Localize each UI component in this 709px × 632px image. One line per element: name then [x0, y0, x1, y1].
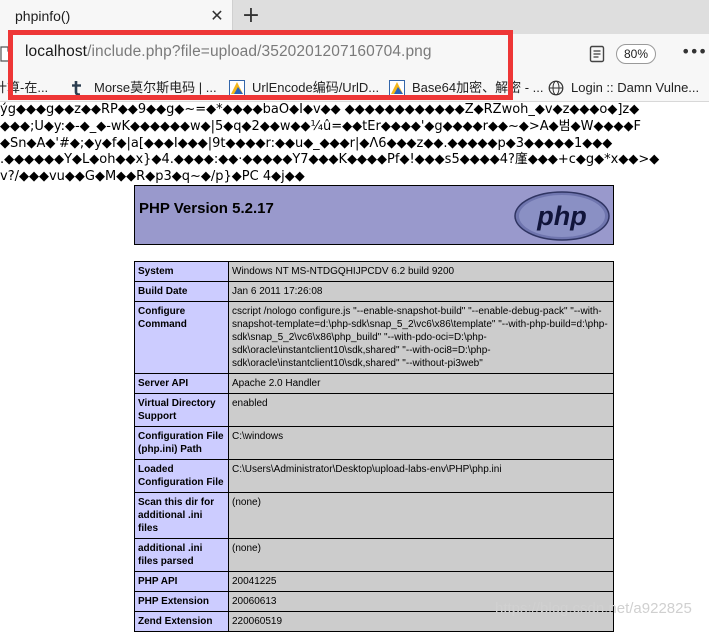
address-toolbar: localhost/include.php?file=upload/352020…	[0, 34, 709, 74]
tab-phpinfo[interactable]: phpinfo() ✕	[0, 0, 233, 34]
row-value: cscript /nologo configure.js "--enable-s…	[228, 301, 614, 374]
bookmarks-bar: 计算-在... Morse莫尔斯电码 | ... UrlEncode编码/Url…	[0, 74, 709, 102]
globe-icon	[548, 80, 564, 96]
garbled-line: v?/◆◆◆vu◆◆G◆M◆◆R◆p3◆q~◆/p}◆PC 4◆j◆◆	[0, 169, 305, 185]
table-row: Configuration File (php.ini) Path C:\win…	[134, 426, 614, 460]
row-value: enabled	[228, 393, 614, 427]
garbled-line: ◆Sn◆A◆'#◆;◆y◆f◆|a[◆◆◆I◆◆◆|9t◆◆◆◆r:◆◆u◆_◆…	[0, 135, 613, 151]
table-row: Loaded Configuration File C:\Users\Admin…	[134, 459, 614, 493]
garbled-line: ◆◆◆;U◆y:◆-◆_◆-wK◆◆◆◆◆◆w◆|5◆q◆2◆◆w◆◆¼û=◆◆…	[0, 118, 641, 134]
bookmark-logo-icon	[229, 80, 245, 96]
garbled-line: .◆◆◆◆◆◆Y◆L◆oh◆◆x}◆4.◆◆◆◆:◆◆·◆◆◆◆◆Y7◆◆◆K◆…	[0, 152, 660, 168]
row-value: Windows NT MS-NTDGQHIJPCDV 6.2 build 920…	[228, 261, 614, 282]
page-info-icon[interactable]	[0, 46, 13, 62]
row-key: Server API	[134, 373, 229, 394]
table-row: Configure Command cscript /nologo config…	[134, 301, 614, 374]
row-value: (none)	[228, 492, 614, 539]
close-tab-icon[interactable]: ✕	[207, 6, 227, 26]
bookmark-base64[interactable]: Base64加密、解密 - ...	[412, 79, 543, 97]
row-key: Configuration File (php.ini) Path	[134, 426, 229, 460]
table-row: Virtual Directory Support enabled	[134, 393, 614, 427]
row-value: C:\windows	[228, 426, 614, 460]
bookmark-urlencode[interactable]: UrlEncode编码/UrlD...	[252, 79, 379, 97]
row-key: System	[134, 261, 229, 282]
tab-title: phpinfo()	[15, 8, 71, 24]
url-path: /include.php?file=upload/352020120716070…	[87, 43, 432, 60]
tab-strip: phpinfo() ✕ +	[0, 0, 709, 34]
row-key: Configure Command	[134, 301, 229, 374]
phpinfo-header: PHP Version 5.2.17 php	[134, 185, 614, 245]
bookmark-morse[interactable]: Morse莫尔斯电码 | ...	[94, 79, 217, 97]
row-value: Jan 6 2011 17:26:08	[228, 281, 614, 302]
row-key: PHP Extension	[134, 591, 229, 612]
row-key: PHP API	[134, 571, 229, 592]
t-logo-icon	[72, 81, 81, 96]
php-version-title: PHP Version 5.2.17	[139, 200, 274, 217]
row-key: Build Date	[134, 281, 229, 302]
row-value: C:\Users\Administrator\Desktop\upload-la…	[228, 459, 614, 493]
row-key: Loaded Configuration File	[134, 459, 229, 493]
bookmark-calculator[interactable]: 计算-在...	[0, 79, 48, 97]
row-key: Virtual Directory Support	[134, 393, 229, 427]
table-row: PHP API 20041225	[134, 571, 614, 592]
garbled-line: ýg◆◆◆g◆◆z◆◆RP◆◆9◆◆g◆~=◆*◆◆◆◆baO◆I◆v◆◆ ◆◆…	[0, 102, 640, 117]
table-row: Server API Apache 2.0 Handler	[134, 373, 614, 394]
row-key: Scan this dir for additional .ini files	[134, 492, 229, 539]
url-field[interactable]: localhost/include.php?file=upload/352020…	[25, 43, 432, 61]
phpinfo-table: System Windows NT MS-NTDGQHIJPCDV 6.2 bu…	[134, 261, 614, 632]
row-value: (none)	[228, 538, 614, 572]
bookmark-dvwa-login[interactable]: Login :: Damn Vulne...	[571, 79, 699, 97]
php-logo-text: php	[536, 201, 586, 231]
table-row: additional .ini files parsed (none)	[134, 538, 614, 572]
garbled-binary-output: ýg◆◆◆g◆◆z◆◆RP◆◆9◆◆g◆~=◆*◆◆◆◆baO◆I◆v◆◆ ◆◆…	[0, 102, 709, 186]
table-row: Build Date Jan 6 2011 17:26:08	[134, 281, 614, 302]
zoom-level-button[interactable]: 80%	[616, 44, 656, 64]
row-value: 20041225	[228, 571, 614, 592]
bookmark-logo-icon	[389, 80, 405, 96]
row-key: additional .ini files parsed	[134, 538, 229, 572]
row-key: Zend Extension	[134, 611, 229, 632]
new-tab-button[interactable]: +	[239, 4, 263, 28]
table-row: Scan this dir for additional .ini files …	[134, 492, 614, 539]
csdn-watermark: https://blog.csdn.net/a922825	[495, 600, 692, 617]
url-host: localhost	[25, 43, 88, 60]
more-menu-button[interactable]: •••	[681, 41, 707, 63]
php-logo: php	[514, 191, 610, 241]
reader-view-icon[interactable]	[589, 45, 605, 63]
row-value: Apache 2.0 Handler	[228, 373, 614, 394]
table-row: System Windows NT MS-NTDGQHIJPCDV 6.2 bu…	[134, 261, 614, 282]
